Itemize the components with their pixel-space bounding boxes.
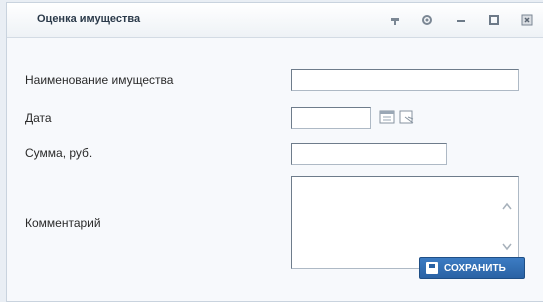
property-valuation-window: Оценка имущества Наименование имущества … xyxy=(6,2,543,302)
title-bar: Оценка имущества xyxy=(7,3,543,38)
property-name-input[interactable] xyxy=(291,69,519,91)
window-title: Оценка имущества xyxy=(37,13,141,25)
save-icon xyxy=(426,262,438,274)
scroll-down-icon[interactable] xyxy=(502,238,512,251)
scroll-up-icon[interactable] xyxy=(502,197,512,210)
calendar-icon[interactable] xyxy=(379,110,395,124)
sum-input[interactable] xyxy=(291,143,447,165)
comment-label: Комментарий xyxy=(25,216,101,230)
date-label: Дата xyxy=(25,111,52,125)
close-icon[interactable] xyxy=(519,12,535,28)
settings-icon[interactable] xyxy=(419,12,435,28)
save-button-label: СОХРАНИТЬ xyxy=(444,262,506,274)
sum-label: Сумма, руб. xyxy=(25,146,93,160)
pin-icon[interactable] xyxy=(387,12,403,28)
comment-textarea[interactable] xyxy=(291,176,519,269)
save-button[interactable]: СОХРАНИТЬ xyxy=(419,257,525,279)
property-name-label: Наименование имущества xyxy=(25,73,174,87)
minimize-icon[interactable] xyxy=(453,12,469,28)
maximize-icon[interactable] xyxy=(486,12,502,28)
date-input[interactable] xyxy=(291,107,371,129)
clear-date-icon[interactable] xyxy=(399,110,415,124)
